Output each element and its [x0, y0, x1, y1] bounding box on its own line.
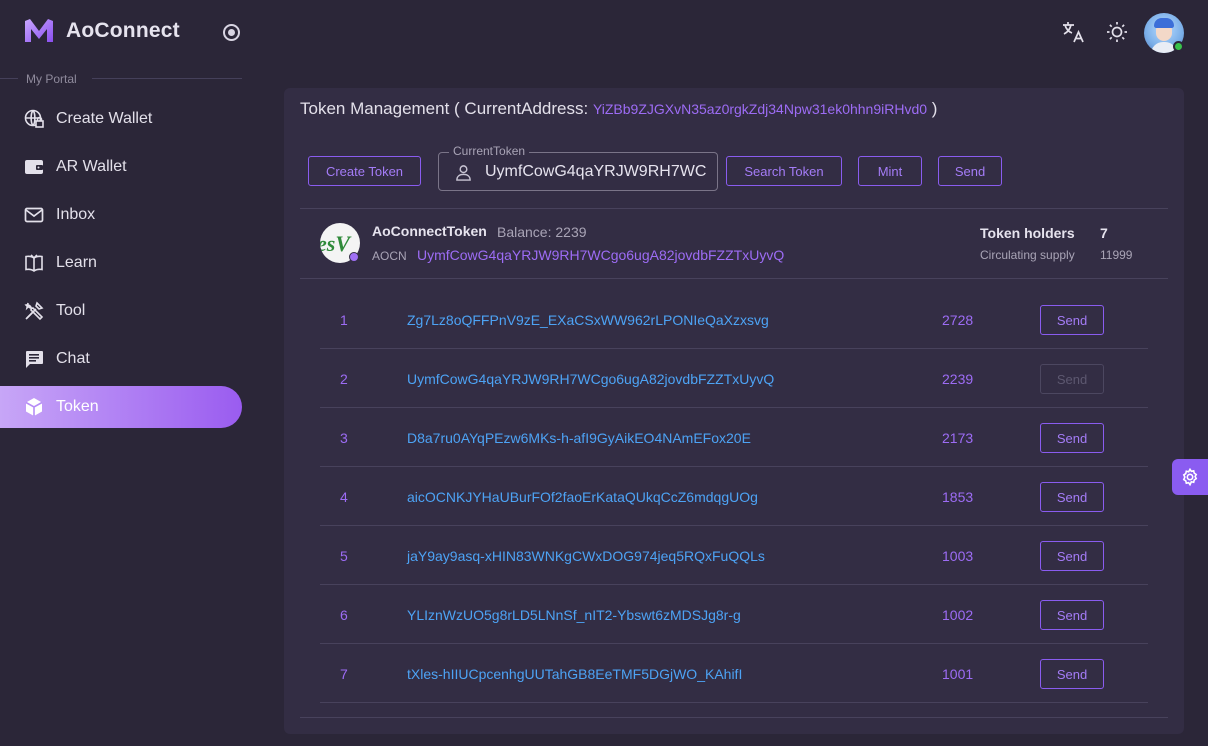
- row-send-button[interactable]: Send: [1040, 423, 1104, 453]
- table-row: 6 YLIznWzUO5g8rLD5LNnSf_nIT2-Ybswt6zMDSJ…: [320, 585, 1148, 644]
- avatar-hair: [1154, 18, 1174, 28]
- logo-icon: [25, 19, 53, 42]
- token-status-dot: [349, 252, 359, 262]
- table-row: 4 aicOCNKJYHaUBurFOf2faoErKataQUkqCcZ6md…: [320, 467, 1148, 526]
- sidebar-item-learn[interactable]: Learn: [0, 242, 242, 284]
- sidebar-item-label: Chat: [56, 350, 90, 367]
- current-token-input[interactable]: [485, 160, 707, 184]
- brand[interactable]: AoConnect: [24, 18, 180, 44]
- row-index: 7: [340, 666, 348, 682]
- row-index: 5: [340, 548, 348, 564]
- holder-amount: 1003: [942, 548, 974, 564]
- globe-lock-icon: [24, 109, 44, 128]
- sidebar-item-label: Learn: [56, 254, 97, 271]
- table-row: 2 UymfCowG4qaYRJW9RH7WCgo6ugA82jovdbFZZT…: [320, 349, 1148, 408]
- holders-table: 1 Zg7Lz8oQFFPnV9zE_EXaCSxWW962rLPONIeQaX…: [320, 290, 1148, 703]
- holder-amount: 2728: [942, 312, 974, 328]
- table-row: 3 D8a7ru0AYqPEzw6MKs-h-afI9GyAikEO4NAmEF…: [320, 408, 1148, 467]
- holder-address[interactable]: D8a7ru0AYqPEzw6MKs-h-afI9GyAikEO4NAmEFox…: [407, 430, 751, 446]
- sidebar: AoConnect My Portal Create Wallet AR Wal…: [0, 0, 256, 746]
- row-send-button[interactable]: Send: [1040, 482, 1104, 512]
- token-management-card: Token Management ( CurrentAddress: YiZBb…: [284, 88, 1184, 734]
- current-address[interactable]: YiZBb9ZJGXvN35az0rgkZdj34Npw31ek0hhn9iRH…: [593, 101, 927, 117]
- sidebar-item-inbox[interactable]: Inbox: [0, 194, 242, 236]
- sidebar-item-chat[interactable]: Chat: [0, 338, 242, 380]
- table-row: 7 tXles-hIIUCpcenhgUUTahGB8EeTMF5DGjWO_K…: [320, 644, 1148, 703]
- token-logo-art: esV: [320, 231, 350, 256]
- sidebar-item-tool[interactable]: Tool: [0, 290, 242, 332]
- sidebar-item-create-wallet[interactable]: Create Wallet: [0, 98, 242, 140]
- row-index: 4: [340, 489, 348, 505]
- section-label: My Portal: [26, 72, 77, 86]
- circulating-supply-value: 11999: [1100, 248, 1133, 262]
- online-status-badge: [1173, 41, 1184, 52]
- send-button[interactable]: Send: [938, 156, 1002, 186]
- holder-amount: 1001: [942, 666, 974, 682]
- sidebar-item-label: Token: [56, 398, 99, 415]
- brand-name: AoConnect: [66, 19, 180, 42]
- row-send-button[interactable]: Send: [1040, 305, 1104, 335]
- title-prefix: Token Management ( CurrentAddress:: [300, 99, 589, 118]
- holder-address[interactable]: UymfCowG4qaYRJW9RH7WCgo6ugA82jovdbFZZTxU…: [407, 371, 774, 387]
- row-send-button[interactable]: Send: [1040, 659, 1104, 689]
- row-index: 1: [340, 312, 348, 328]
- user-icon: [456, 165, 471, 181]
- theme-sun-icon[interactable]: [1105, 20, 1129, 44]
- sidebar-nav: Create Wallet AR Wallet Inbox Learn Tool: [0, 98, 242, 434]
- tools-icon: [24, 301, 44, 321]
- collapse-toggle-icon[interactable]: [223, 24, 240, 41]
- mail-icon: [24, 207, 44, 223]
- token-name: AoConnectToken: [372, 223, 487, 239]
- holder-address[interactable]: YLIznWzUO5g8rLD5LNnSf_nIT2-Ybswt6zMDSJg8…: [407, 607, 741, 623]
- row-index: 6: [340, 607, 348, 623]
- divider: [0, 78, 18, 79]
- holder-amount: 1853: [942, 489, 974, 505]
- chat-icon: [26, 351, 43, 368]
- token-ticker: AOCN: [372, 249, 407, 263]
- holder-amount: 2173: [942, 430, 974, 446]
- token-balance: Balance: 2239: [497, 224, 587, 240]
- sidebar-item-label: Tool: [56, 302, 86, 319]
- sidebar-item-token[interactable]: Token: [0, 386, 242, 428]
- sidebar-item-label: Inbox: [56, 206, 96, 223]
- circulating-supply-label: Circulating supply: [980, 248, 1075, 262]
- divider: [300, 717, 1168, 718]
- row-index: 2: [340, 371, 348, 387]
- holder-address[interactable]: aicOCNKJYHaUBurFOf2faoErKataQUkqCcZ6mdqg…: [407, 489, 758, 505]
- row-index: 3: [340, 430, 348, 446]
- cube-icon: [25, 398, 43, 416]
- row-send-button[interactable]: Send: [1040, 541, 1104, 571]
- mint-button[interactable]: Mint: [858, 156, 922, 186]
- token-holders-label: Token holders: [980, 225, 1075, 241]
- settings-drawer-button[interactable]: [1172, 459, 1208, 495]
- create-token-button[interactable]: Create Token: [308, 156, 421, 186]
- table-row: 1 Zg7Lz8oQFFPnV9zE_EXaCSxWW962rLPONIeQaX…: [320, 290, 1148, 349]
- holder-address[interactable]: jaY9ay9asq-xHIN83WNKgCWxDOG974jeq5RQxFuQ…: [407, 548, 765, 564]
- divider: [300, 208, 1168, 209]
- book-icon: [25, 254, 43, 272]
- gear-icon: [1182, 468, 1198, 486]
- holder-amount: 2239: [942, 371, 974, 387]
- divider: [92, 78, 242, 79]
- row-send-button[interactable]: Send: [1040, 600, 1104, 630]
- table-row: 5 jaY9ay9asq-xHIN83WNKgCWxDOG974jeq5RQxF…: [320, 526, 1148, 585]
- holder-address[interactable]: Zg7Lz8oQFFPnV9zE_EXaCSxWW962rLPONIeQaXzx…: [407, 312, 769, 328]
- divider: [300, 278, 1168, 279]
- title-suffix: ): [931, 99, 938, 118]
- current-token-legend: CurrentToken: [449, 144, 530, 158]
- token-process-id[interactable]: UymfCowG4qaYRJW9RH7WCgo6ugA82jovdbFZZTxU…: [417, 247, 784, 263]
- sidebar-item-label: AR Wallet: [56, 158, 127, 175]
- wallet-icon: [25, 160, 43, 174]
- row-send-button: Send: [1040, 364, 1104, 394]
- current-token-field[interactable]: CurrentToken: [438, 144, 718, 191]
- search-token-button[interactable]: Search Token: [726, 156, 842, 186]
- holder-amount: 1002: [942, 607, 974, 623]
- page-title: Token Management ( CurrentAddress: YiZBb…: [300, 99, 937, 119]
- token-holders-value: 7: [1100, 225, 1108, 241]
- sidebar-item-label: Create Wallet: [56, 110, 153, 127]
- sidebar-item-ar-wallet[interactable]: AR Wallet: [0, 146, 242, 188]
- holder-address[interactable]: tXles-hIIUCpcenhgUUTahGB8EeTMF5DGjWO_KAh…: [407, 666, 742, 682]
- translate-icon[interactable]: [1061, 20, 1085, 44]
